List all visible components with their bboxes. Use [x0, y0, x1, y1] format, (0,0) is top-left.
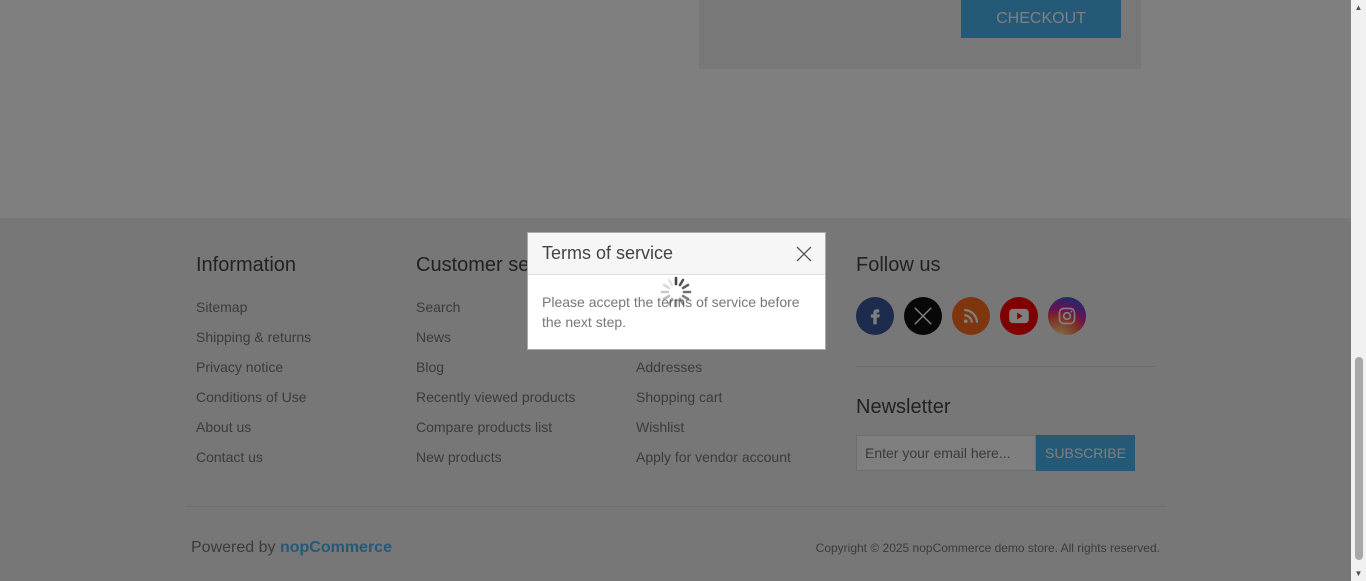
dialog-header: Terms of service	[528, 233, 825, 275]
scroll-up-arrow-icon[interactable]: ▲	[1351, 0, 1366, 15]
dialog-body: Please accept the terms of service befor…	[528, 275, 825, 332]
loading-spinner-icon	[660, 276, 692, 308]
scrollbar-thumb[interactable]	[1355, 357, 1363, 560]
dialog-title: Terms of service	[542, 243, 674, 263]
scroll-down-arrow-icon[interactable]: ▼	[1351, 566, 1366, 581]
page-scrollbar[interactable]: ▲ ▼	[1351, 0, 1366, 581]
terms-of-service-dialog: Terms of service Please accept the terms…	[527, 232, 826, 350]
close-icon[interactable]	[795, 245, 813, 263]
